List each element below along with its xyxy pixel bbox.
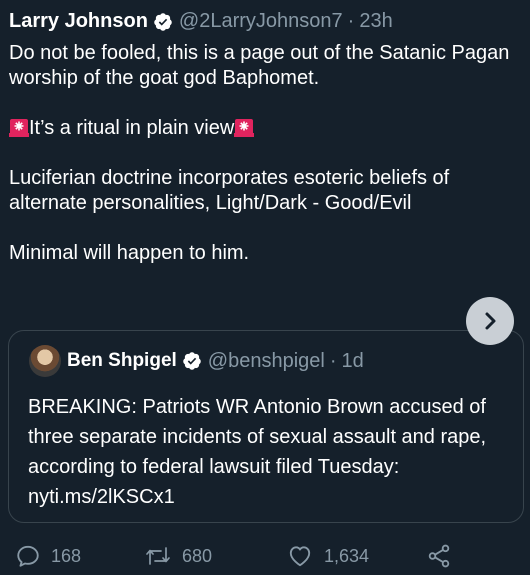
retweet-button[interactable]: 680 xyxy=(144,543,212,569)
action-bar: 168 680 1,634 xyxy=(15,543,515,571)
quoted-tweet-card[interactable]: Ben Shpigel @benshpigel · 1d BREAKING: P… xyxy=(8,330,524,523)
quoted-tweet-header: Ben Shpigel @benshpigel · 1d xyxy=(29,345,364,377)
separator-dot: · xyxy=(329,349,337,372)
tweet-paragraph-2: It’s a ritual in plain view xyxy=(9,116,524,141)
like-count: 1,634 xyxy=(324,545,370,566)
quoted-author-handle[interactable]: @benshpigel xyxy=(208,350,325,373)
retweet-icon xyxy=(146,547,170,565)
reply-button[interactable]: 168 xyxy=(15,543,81,569)
share-icon xyxy=(428,544,450,568)
tweet-text: Do not be fooled, this is a page out of … xyxy=(9,41,524,266)
tweet-paragraph-3: Luciferian doctrine incorporates esoteri… xyxy=(9,167,450,214)
author-handle[interactable]: @2LarryJohnson7 xyxy=(179,10,343,33)
quoted-author-name[interactable]: Ben Shpigel xyxy=(67,350,177,372)
tweet[interactable]: Larry Johnson @2LarryJohnson7 · 23h Do n… xyxy=(0,0,530,575)
heart-icon xyxy=(289,546,311,567)
share-button[interactable] xyxy=(426,543,452,569)
retweet-count: 680 xyxy=(182,545,213,566)
siren-icon xyxy=(234,119,255,137)
tweet-paragraph-1: Do not be fooled, this is a page out of … xyxy=(9,42,510,89)
tweet-header: Larry Johnson @2LarryJohnson7 · 23h xyxy=(9,10,393,33)
timestamp[interactable]: 23h xyxy=(359,10,392,33)
reply-icon xyxy=(17,545,39,567)
avatar[interactable] xyxy=(29,345,61,377)
chevron-right-icon xyxy=(485,312,496,330)
verified-badge-icon xyxy=(183,352,201,370)
quoted-timestamp[interactable]: 1d xyxy=(342,350,364,373)
tweet-paragraph-4: Minimal will happen to him. xyxy=(9,242,250,264)
author-name[interactable]: Larry Johnson xyxy=(9,10,148,33)
siren-icon xyxy=(9,119,29,137)
next-button[interactable] xyxy=(466,297,514,345)
separator-dot: · xyxy=(347,10,355,32)
reply-count: 168 xyxy=(51,545,82,566)
ritual-text: It’s a ritual in plain view xyxy=(29,117,235,139)
verified-badge-icon xyxy=(154,12,172,31)
like-button[interactable]: 1,634 xyxy=(286,543,369,569)
quoted-tweet-text: BREAKING: Patriots WR Antonio Brown accu… xyxy=(28,396,487,508)
